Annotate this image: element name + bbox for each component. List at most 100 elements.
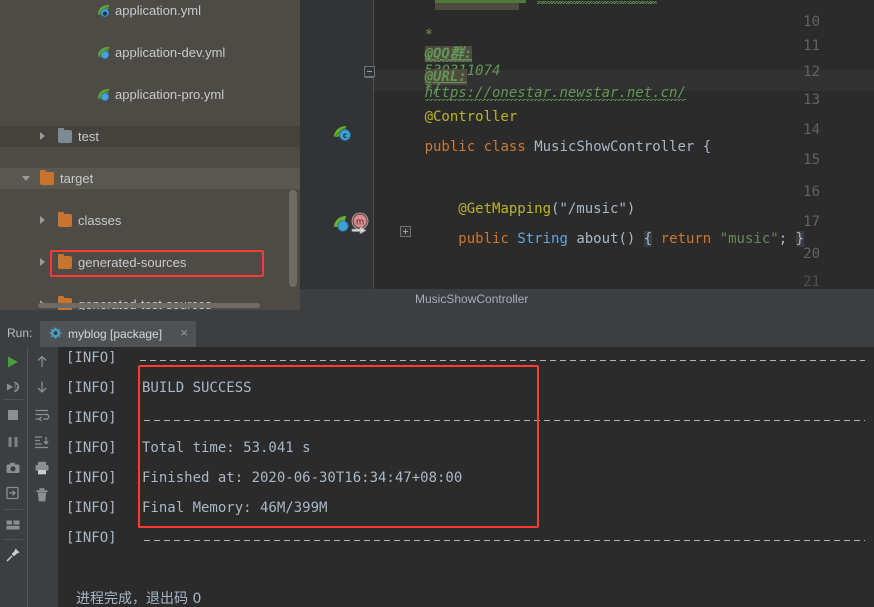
line-number: 14: [803, 122, 820, 138]
svg-text:c: c: [343, 131, 348, 140]
tree-item-label: generated-sources: [78, 255, 187, 270]
run-toolbar-left: 9: [0, 347, 27, 607]
code-line-21: }: [374, 272, 433, 289]
yaml-spring-leaf-icon: [96, 45, 111, 60]
line-number: 21: [803, 274, 820, 289]
tree-item-application-pro-yml[interactable]: application-pro.yml: [0, 84, 300, 105]
pin-icon[interactable]: [5, 547, 21, 563]
console-info-prefix: [INFO]: [66, 350, 117, 366]
tree-item-target[interactable]: target: [0, 168, 300, 189]
folder-gray-icon: [58, 128, 72, 143]
body-brace-open: {: [643, 231, 653, 247]
run-icon[interactable]: [5, 354, 21, 370]
tree-item-test[interactable]: test: [0, 126, 300, 147]
tree-item-application-dev-yml[interactable]: application-dev.yml: [0, 42, 300, 63]
scroll-down-icon[interactable]: [34, 379, 50, 395]
soft-wrap-icon[interactable]: [34, 407, 50, 423]
method-name: about: [576, 231, 619, 247]
tree-item-label: application-dev.yml: [115, 45, 226, 60]
folder-orange-icon: [58, 254, 72, 269]
code-line-14: public class MusicShowController {: [374, 123, 712, 171]
chevron-down-icon[interactable]: [22, 174, 31, 183]
console-build-status: BUILD SUCCESS: [142, 380, 252, 396]
svg-text:9: 9: [14, 383, 19, 392]
run-tab-title: myblog [package]: [68, 327, 163, 341]
line-number: 11: [803, 38, 820, 54]
line-number: 17: [803, 214, 820, 230]
console-divider: [144, 420, 865, 421]
brace-open: {: [702, 139, 712, 155]
method-parens: (): [618, 231, 636, 247]
chevron-right-icon[interactable]: [40, 216, 49, 225]
trash-icon[interactable]: [34, 487, 50, 503]
line-number: 15: [803, 152, 820, 168]
project-tool-window[interactable]: ● application.yml application-dev.yml ap…: [0, 0, 300, 310]
console-info-prefix: [INFO]: [66, 440, 117, 456]
console-info-prefix: [INFO]: [66, 380, 117, 396]
chevron-right-icon[interactable]: [40, 258, 49, 267]
scroll-up-icon[interactable]: [34, 354, 50, 370]
code-line-17: public String about() { return "music"; …: [374, 215, 804, 263]
gear-icon: [49, 327, 62, 340]
console-output[interactable]: [INFO] [INFO] BUILD SUCCESS [INFO] [INFO…: [58, 347, 874, 607]
folder-orange-icon: [58, 212, 72, 227]
keyword-public: public: [458, 231, 509, 247]
console-exit-message: 进程完成，退出码 0: [76, 591, 202, 607]
tree-item-generated-sources[interactable]: generated-sources: [0, 252, 300, 273]
tree-item-application-yml[interactable]: ● application.yml: [0, 0, 300, 21]
console-finished-at: Finished at: 2020-06-30T16:34:47+08:00: [142, 470, 463, 486]
scroll-to-end-icon[interactable]: [34, 434, 50, 450]
tree-item-classes[interactable]: classes: [0, 210, 300, 231]
request-mapping-gutter-icon[interactable]: m: [348, 212, 372, 239]
spring-bean-gutter-icon[interactable]: c: [332, 124, 354, 147]
yaml-spring-leaf-icon: ●: [96, 3, 111, 18]
line-number: 12: [803, 64, 820, 80]
close-icon[interactable]: ×: [180, 326, 188, 340]
breadcrumb-label: MusicShowController: [415, 292, 529, 306]
layout-icon[interactable]: [5, 517, 21, 533]
console-info-prefix: [INFO]: [66, 530, 117, 546]
project-tree-vertical-scrollbar[interactable]: [289, 190, 297, 287]
line-number: 13: [803, 92, 820, 108]
run-header: Run: myblog [package] ×: [0, 321, 874, 347]
yaml-spring-leaf-icon: [96, 87, 111, 102]
folder-orange-icon: [40, 170, 54, 185]
run-tab-myblog[interactable]: myblog [package] ×: [40, 321, 196, 347]
line-number: 10: [803, 14, 820, 30]
run-window-label: Run:: [7, 326, 33, 340]
toolbar-divider: [3, 399, 23, 400]
type-string: String: [517, 231, 568, 247]
run-tool-window: Run: myblog [package] × 9 [INFO] [INFO] …: [0, 310, 874, 607]
console-info-prefix: [INFO]: [66, 410, 117, 426]
squiggle-top: [537, 1, 657, 4]
console-final-memory: Final Memory: 46M/399M: [142, 500, 328, 516]
toolbar-divider: [3, 509, 23, 510]
line-number: 20: [803, 246, 820, 262]
console-divider: [144, 540, 865, 541]
tree-item-label: target: [60, 171, 94, 186]
chevron-right-icon[interactable]: [40, 132, 49, 141]
tree-item-label: application.yml: [115, 3, 201, 18]
project-tree-horizontal-scrollbar[interactable]: [38, 303, 260, 308]
class-name: MusicShowController: [534, 139, 695, 155]
tree-item-label: application-pro.yml: [115, 87, 225, 102]
line-number: 16: [803, 184, 820, 200]
console-info-prefix: [INFO]: [66, 470, 117, 486]
stop-icon[interactable]: [5, 407, 21, 423]
body-brace-close: }: [795, 231, 804, 247]
semicolon: ;: [778, 231, 788, 247]
svg-text:●: ●: [102, 11, 107, 17]
keyword-public: public: [424, 139, 476, 155]
breadcrumb[interactable]: MusicShowController: [300, 289, 874, 310]
comment-tag-bg-top: [435, 3, 519, 10]
rerun-icon[interactable]: 9: [5, 379, 21, 395]
ide-window: ● application.yml application-dev.yml ap…: [0, 0, 874, 607]
tree-item-label: test: [78, 129, 99, 144]
print-icon[interactable]: [34, 460, 50, 476]
pause-icon[interactable]: [5, 434, 21, 450]
return-string-literal: "music": [719, 231, 779, 247]
console-info-prefix: [INFO]: [66, 500, 117, 516]
export-icon[interactable]: [5, 485, 21, 501]
code-editor[interactable]: 10 11 12 13 14 15 16 17 20 21 c m * @QQ群…: [300, 0, 874, 289]
screenshot-icon[interactable]: [5, 460, 21, 476]
